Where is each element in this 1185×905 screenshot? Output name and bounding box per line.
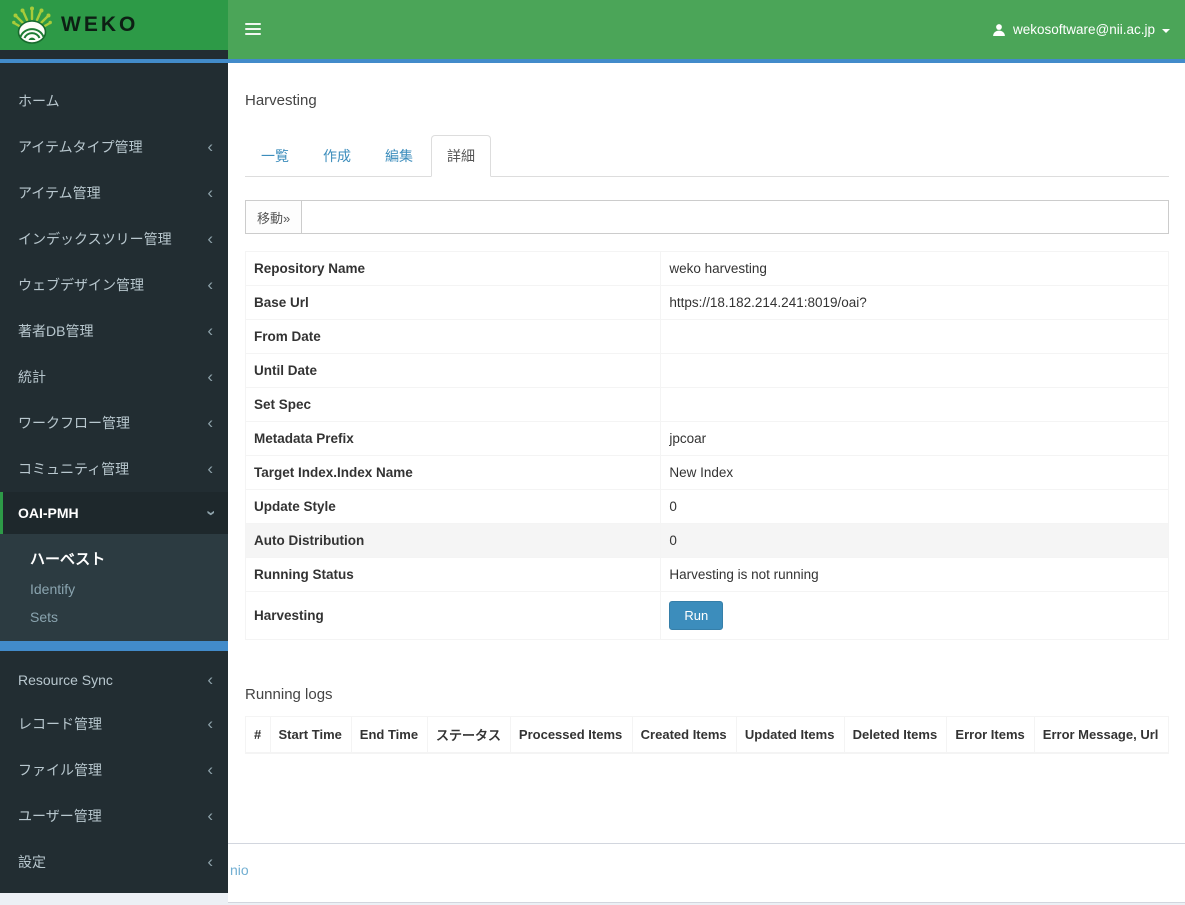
submenu-item-identify[interactable]: Identify: [0, 575, 228, 603]
sidebar-item-item-mgmt[interactable]: アイテム管理: [0, 170, 228, 216]
sidebar-item-indextree-mgmt[interactable]: インデックスツリー管理: [0, 216, 228, 262]
detail-row-harvesting: Harvesting Run: [244, 591, 1169, 640]
sidebar-toggle-hamburger-icon[interactable]: [245, 23, 261, 38]
chevron-left-icon: [207, 234, 213, 244]
tab-edit[interactable]: 編集: [369, 135, 429, 177]
chevron-left-icon: [207, 188, 213, 198]
submenu-item-sets[interactable]: Sets: [0, 603, 228, 631]
sidebar-item-itemtype-mgmt[interactable]: アイテムタイプ管理: [0, 124, 228, 170]
logs-col-deleted-items: Deleted Items: [843, 716, 948, 754]
sidebar-item-oai-pmh[interactable]: OAI-PMH: [0, 492, 228, 534]
chevron-left-icon: [207, 464, 213, 474]
weko-admin-page: WEKO wekosoftware@nii.ac.jp ホーム アイテムタイプ管…: [0, 0, 1185, 905]
detail-row-repository-name: Repository Name weko harvesting: [244, 251, 1169, 286]
oai-pmh-submenu: ハーベスト Identify Sets: [0, 534, 228, 641]
chevron-left-icon: [207, 142, 213, 152]
chevron-left-icon: [207, 326, 213, 336]
move-input[interactable]: [301, 200, 1169, 234]
logs-col-error-items: Error Items: [946, 716, 1035, 754]
main-content: Harvesting 一覧 作成 編集 詳細 移動» Repository Na…: [228, 63, 1185, 843]
sidebar-item-resource-sync[interactable]: Resource Sync: [0, 659, 228, 701]
invenio-link[interactable]: nio: [230, 862, 249, 878]
logs-col-status: ステータス: [426, 716, 511, 754]
logs-header-row: # Start Time End Time ステータス Processed It…: [245, 716, 1170, 754]
chevron-left-icon: [207, 372, 213, 382]
detail-row-metadata-prefix: Metadata Prefix jpcoar: [244, 421, 1169, 456]
sidebar-item-file-mgmt[interactable]: ファイル管理: [0, 747, 228, 793]
caret-down-icon: [1162, 28, 1170, 33]
submenu-item-harvest[interactable]: ハーベスト: [0, 542, 228, 575]
sidebar-menu-lower: Resource Sync レコード管理 ファイル管理 ユーザー管理 設定: [0, 659, 228, 885]
chevron-left-icon: [207, 811, 213, 821]
logs-col-end-time: End Time: [350, 716, 428, 754]
weko-logo-icon: [12, 6, 52, 44]
chevron-left-icon: [207, 719, 213, 729]
detail-row-set-spec: Set Spec: [244, 387, 1169, 422]
sidebar-item-workflow-mgmt[interactable]: ワークフロー管理: [0, 400, 228, 446]
detail-row-base-url: Base Url https://18.182.214.241:8019/oai…: [244, 285, 1169, 320]
detail-row-from-date: From Date: [244, 319, 1169, 354]
sidebar-item-home[interactable]: ホーム: [0, 78, 228, 124]
sidebar-item-settings[interactable]: 設定: [0, 839, 228, 885]
user-icon: [993, 23, 1005, 36]
user-email: wekosoftware@nii.ac.jp: [1012, 22, 1155, 37]
chevron-left-icon: [207, 857, 213, 867]
move-button[interactable]: 移動»: [245, 200, 303, 234]
submenu-divider-bar: [0, 641, 228, 651]
detail-row-until-date: Until Date: [244, 353, 1169, 388]
tab-bar: 一覧 作成 編集 詳細: [245, 135, 1169, 177]
logs-col-processed-items: Processed Items: [509, 716, 633, 754]
running-logs-title: Running logs: [245, 686, 333, 703]
logs-col-updated-items: Updated Items: [735, 716, 845, 754]
logo-text: WEKO: [61, 13, 139, 36]
running-logs-table: # Start Time End Time ステータス Processed It…: [245, 716, 1170, 754]
sidebar-item-authordb-mgmt[interactable]: 著者DB管理: [0, 308, 228, 354]
logs-col-created-items: Created Items: [631, 716, 737, 754]
page-title: Harvesting: [245, 92, 317, 109]
detail-row-auto-distribution: Auto Distribution 0: [244, 523, 1169, 558]
sidebar-item-user-mgmt[interactable]: ユーザー管理: [0, 793, 228, 839]
chevron-left-icon: [207, 418, 213, 428]
chevron-left-icon: [207, 765, 213, 775]
sidebar-item-webdesign-mgmt[interactable]: ウェブデザイン管理: [0, 262, 228, 308]
top-navbar: wekosoftware@nii.ac.jp: [228, 0, 1185, 59]
detail-row-update-style: Update Style 0: [244, 489, 1169, 524]
chevron-left-icon: [207, 675, 213, 685]
sidebar-item-statistics[interactable]: 統計: [0, 354, 228, 400]
tab-create[interactable]: 作成: [307, 135, 367, 177]
user-menu[interactable]: wekosoftware@nii.ac.jp: [992, 0, 1170, 59]
chevron-down-icon: [205, 510, 215, 516]
detail-row-target-index: Target Index.Index Name New Index: [244, 455, 1169, 490]
detail-row-running-status: Running Status Harvesting is not running: [244, 557, 1169, 592]
harvest-detail-table: Repository Name weko harvesting Base Url…: [244, 251, 1169, 640]
tab-list[interactable]: 一覧: [245, 135, 305, 177]
tab-detail[interactable]: 詳細: [431, 135, 491, 177]
run-button[interactable]: Run: [669, 601, 724, 630]
logs-col-start-time: Start Time: [269, 716, 352, 754]
sidebar-item-record-mgmt[interactable]: レコード管理: [0, 701, 228, 747]
sidebar-menu: ホーム アイテムタイプ管理 アイテム管理 インデックスツリー管理 ウェブデザイン…: [0, 78, 228, 534]
main-footer: nio: [228, 843, 1185, 903]
header-accent-line: [0, 59, 1185, 63]
sidebar: ホーム アイテムタイプ管理 アイテム管理 インデックスツリー管理 ウェブデザイン…: [0, 50, 228, 893]
logs-col-number: #: [245, 716, 271, 754]
sidebar-item-community-mgmt[interactable]: コミュニティ管理: [0, 446, 228, 492]
app-logo[interactable]: WEKO: [0, 0, 228, 50]
logs-col-error-message-url: Error Message, Url: [1033, 716, 1170, 754]
chevron-left-icon: [207, 280, 213, 290]
move-input-group: 移動»: [245, 200, 1169, 234]
